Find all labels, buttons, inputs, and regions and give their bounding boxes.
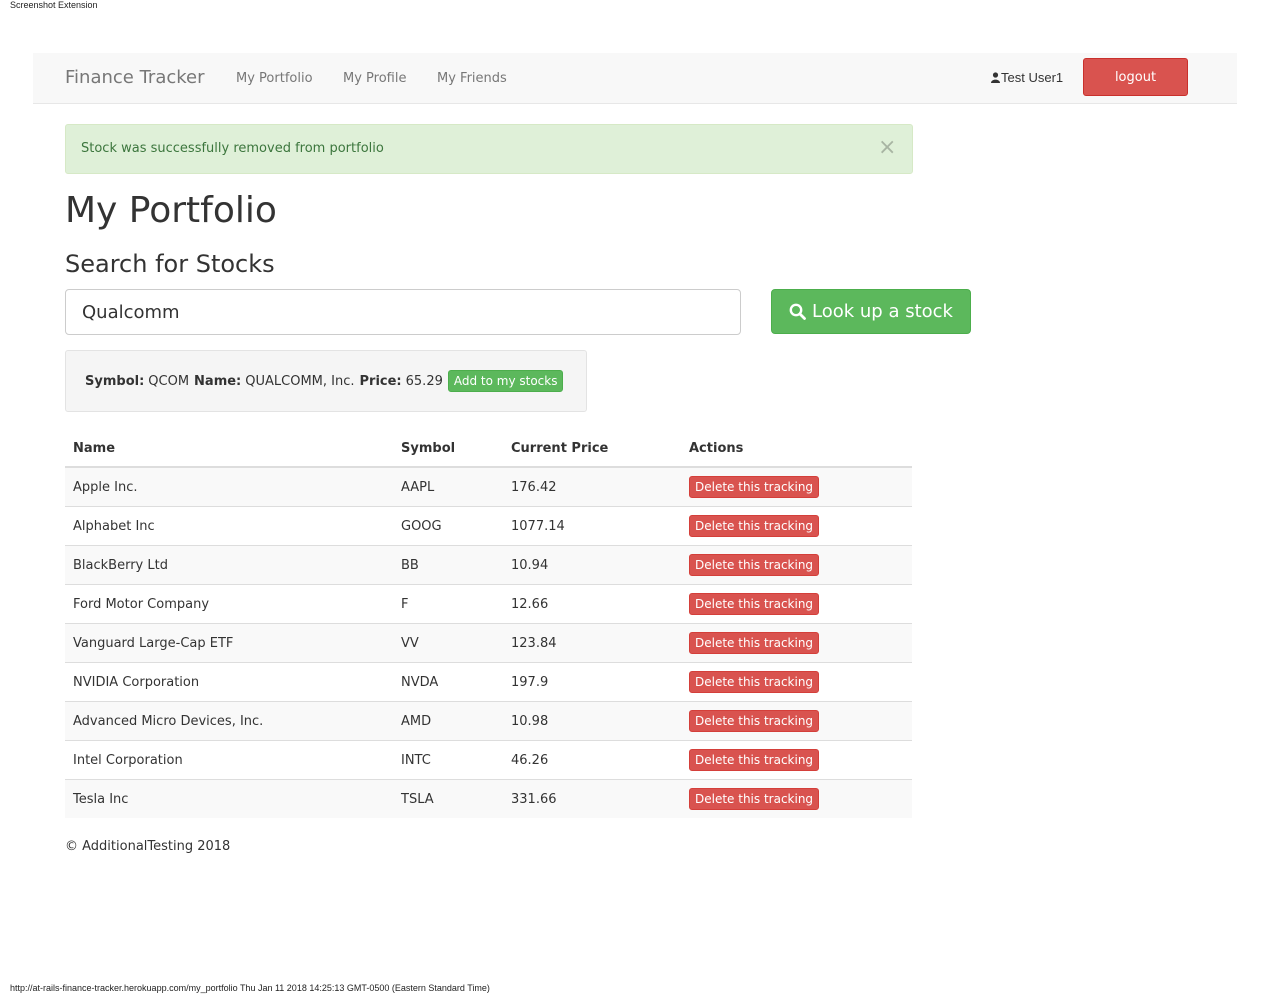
delete-tracking-button[interactable]: Delete this tracking xyxy=(689,632,820,654)
status-bar: http://at-rails-finance-tracker.herokuap… xyxy=(10,983,490,993)
stock-name: Vanguard Large-Cap ETF xyxy=(65,623,393,663)
stock-name: NVIDIA Corporation xyxy=(65,662,393,702)
table-row: NVIDIA Corporation NVDA 197.9 Delete thi… xyxy=(65,662,912,702)
column-header-name: Name xyxy=(65,431,393,468)
user-icon xyxy=(991,72,1000,83)
extension-label: Screenshot Extension xyxy=(10,0,98,10)
lookup-stock-button[interactable]: Look up a stock xyxy=(771,289,971,334)
search-icon xyxy=(789,303,806,320)
result-symbol: QCOM xyxy=(148,373,190,389)
add-to-my-stocks-button[interactable]: Add to my stocks xyxy=(447,370,564,392)
symbol-label: Symbol: xyxy=(85,373,145,389)
column-header-actions: Actions xyxy=(681,431,912,468)
navbar: Finance Tracker My Portfolio My Profile … xyxy=(33,53,1237,104)
stock-price: 10.98 xyxy=(503,701,681,741)
stock-symbol: BB xyxy=(393,545,503,585)
delete-tracking-button[interactable]: Delete this tracking xyxy=(689,554,820,576)
name-label: Name: xyxy=(194,373,242,389)
stock-price: 197.9 xyxy=(503,662,681,702)
delete-tracking-button[interactable]: Delete this tracking xyxy=(689,710,820,732)
portfolio-table: Name Symbol Current Price Actions Apple … xyxy=(65,431,912,818)
brand-link[interactable]: Finance Tracker xyxy=(65,67,205,88)
delete-tracking-button[interactable]: Delete this tracking xyxy=(689,671,820,693)
stock-symbol: AAPL xyxy=(393,466,503,507)
price-label: Price: xyxy=(359,373,402,389)
stock-name: Advanced Micro Devices, Inc. xyxy=(65,701,393,741)
stock-price: 176.42 xyxy=(503,466,681,507)
delete-tracking-button[interactable]: Delete this tracking xyxy=(689,593,820,615)
stock-price: 10.94 xyxy=(503,545,681,585)
table-row: Advanced Micro Devices, Inc. AMD 10.98 D… xyxy=(65,701,912,741)
alert-message: Stock was successfully removed from port… xyxy=(81,141,384,156)
column-header-symbol: Symbol xyxy=(393,431,503,468)
stock-name: Ford Motor Company xyxy=(65,584,393,624)
table-row: BlackBerry Ltd BB 10.94 Delete this trac… xyxy=(65,545,912,585)
delete-tracking-button[interactable]: Delete this tracking xyxy=(689,476,820,498)
table-row: Vanguard Large-Cap ETF VV 123.84 Delete … xyxy=(65,623,912,663)
stock-symbol: INTC xyxy=(393,740,503,780)
lookup-button-label: Look up a stock xyxy=(812,301,953,322)
search-heading: Search for Stocks xyxy=(65,250,275,278)
stock-search-input[interactable] xyxy=(65,289,741,335)
stock-price: 331.66 xyxy=(503,779,681,818)
user-name: Test User1 xyxy=(1001,70,1064,85)
table-row: Ford Motor Company F 12.66 Delete this t… xyxy=(65,584,912,624)
stock-price: 12.66 xyxy=(503,584,681,624)
logout-button[interactable]: logout xyxy=(1083,58,1188,96)
nav-my-friends[interactable]: My Friends xyxy=(437,71,507,86)
table-row: Intel Corporation INTC 46.26 Delete this… xyxy=(65,740,912,780)
column-header-current-price: Current Price xyxy=(503,431,681,468)
page-title: My Portfolio xyxy=(65,190,277,231)
stock-name: BlackBerry Ltd xyxy=(65,545,393,585)
stock-price: 123.84 xyxy=(503,623,681,663)
footer-copyright: © AdditionalTesting 2018 xyxy=(65,839,231,854)
delete-tracking-button[interactable]: Delete this tracking xyxy=(689,749,820,771)
table-row: Tesla Inc TSLA 331.66 Delete this tracki… xyxy=(65,779,912,818)
stock-name: Apple Inc. xyxy=(65,466,393,507)
stock-name: Tesla Inc xyxy=(65,779,393,818)
success-alert: Stock was successfully removed from port… xyxy=(65,124,913,174)
nav-my-profile[interactable]: My Profile xyxy=(343,71,406,86)
result-name: QUALCOMM, Inc. xyxy=(245,373,355,389)
stock-symbol: GOOG xyxy=(393,506,503,546)
table-row: Alphabet Inc GOOG 1077.14 Delete this tr… xyxy=(65,506,912,546)
stock-symbol: TSLA xyxy=(393,779,503,818)
nav-my-portfolio[interactable]: My Portfolio xyxy=(236,71,313,86)
stock-symbol: NVDA xyxy=(393,662,503,702)
stock-symbol: AMD xyxy=(393,701,503,741)
stock-price: 1077.14 xyxy=(503,506,681,546)
stock-price: 46.26 xyxy=(503,740,681,780)
current-user[interactable]: Test User1 xyxy=(991,70,1063,85)
stock-symbol: VV xyxy=(393,623,503,663)
table-row: Apple Inc. AAPL 176.42 Delete this track… xyxy=(65,466,912,507)
stock-symbol: F xyxy=(393,584,503,624)
stock-name: Intel Corporation xyxy=(65,740,393,780)
delete-tracking-button[interactable]: Delete this tracking xyxy=(689,515,820,537)
stock-name: Alphabet Inc xyxy=(65,506,393,546)
stock-lookup-result: Symbol: QCOM Name: QUALCOMM, Inc. Price:… xyxy=(65,350,587,412)
delete-tracking-button[interactable]: Delete this tracking xyxy=(689,788,820,810)
close-icon[interactable]: × xyxy=(878,137,896,159)
result-price: 65.29 xyxy=(405,373,443,389)
